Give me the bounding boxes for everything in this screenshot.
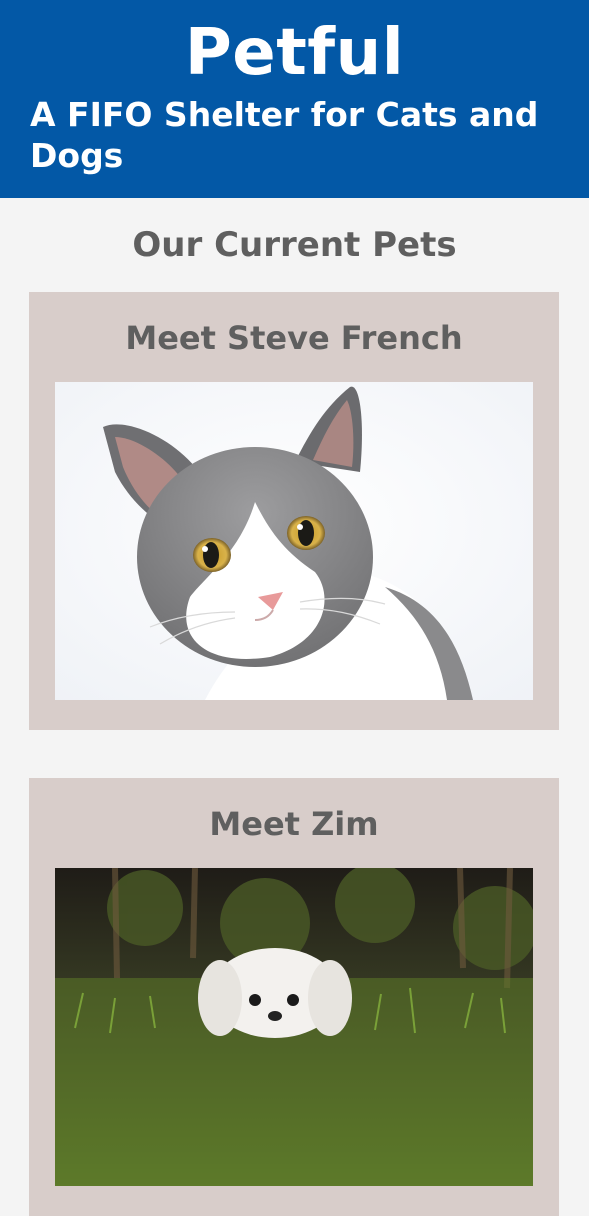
- section-title: Our Current Pets: [132, 225, 457, 265]
- pet-list: Meet Steve French Meet Zim: [0, 292, 589, 1216]
- pet-name: Meet Steve French: [125, 319, 463, 357]
- pet-name: Meet Zim: [209, 805, 379, 843]
- site-subtitle: A FIFO Shelter for Cats and Dogs: [30, 95, 539, 175]
- site-header: Petful A FIFO Shelter for Cats and Dogs: [0, 0, 589, 198]
- pet-card: Meet Zim: [29, 778, 559, 1216]
- dog-photo: [55, 868, 533, 1186]
- site-title: Petful: [184, 16, 405, 90]
- cat-photo: [55, 382, 533, 700]
- main-content: Our Current Pets Meet Steve French Meet …: [0, 198, 589, 1216]
- pet-card: Meet Steve French: [29, 292, 559, 730]
